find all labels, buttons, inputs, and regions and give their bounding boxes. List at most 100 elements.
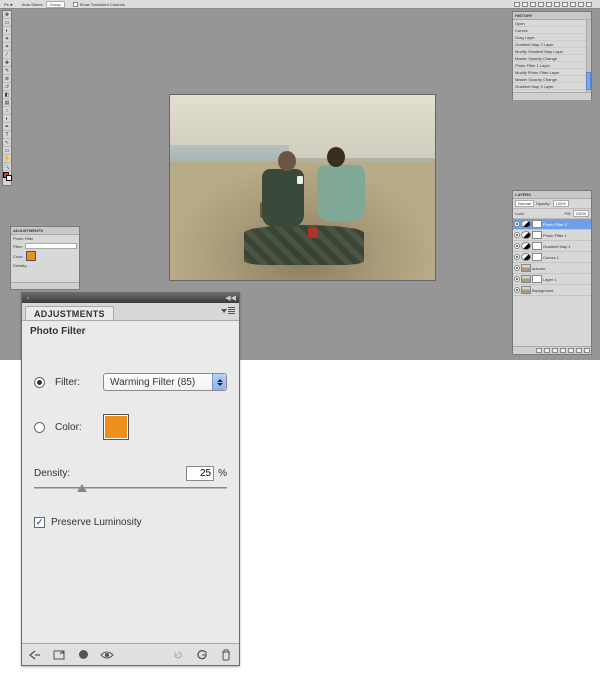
path-tool[interactable]: ↖ (3, 139, 11, 147)
history-item[interactable]: Photo Filter 2 Layer (513, 90, 591, 92)
layer-fx-button[interactable] (544, 348, 550, 353)
visibility-icon[interactable] (514, 276, 520, 282)
layer-row[interactable]: Gradient Map 1 (513, 241, 591, 252)
link-layers-button[interactable] (536, 348, 542, 353)
adjustment-layer-button[interactable] (560, 348, 566, 353)
filter-dropdown[interactable]: Warming Filter (85) (103, 373, 227, 391)
history-tab[interactable]: HISTORY (515, 13, 533, 18)
align-button[interactable] (586, 2, 592, 7)
brush-tool[interactable]: ✎ (3, 67, 11, 75)
density-slider[interactable] (34, 485, 227, 497)
history-panel[interactable]: HISTORY Open Curves Drag Layer Gradient … (512, 11, 592, 99)
delete-layer-button[interactable] (584, 348, 590, 353)
move-tool[interactable]: ✥ (3, 11, 11, 19)
align-button[interactable] (554, 2, 560, 7)
hand-tool[interactable]: ✋ (3, 155, 11, 163)
mini-color-swatch[interactable] (26, 251, 36, 261)
previous-state-icon[interactable] (171, 648, 185, 662)
layer-name[interactable]: Photo Filter 2 (543, 222, 590, 227)
expand-icon[interactable] (52, 648, 66, 662)
stamp-tool[interactable]: ⊛ (3, 75, 11, 83)
history-scrollbar-thumb[interactable] (586, 72, 591, 90)
layer-name[interactable]: Layer 1 (543, 277, 590, 282)
lasso-tool[interactable]: ◐ (3, 27, 11, 35)
slider-handle[interactable] (77, 484, 87, 492)
mini-adjustments-tab[interactable]: ADJUSTMENTS (11, 227, 79, 235)
history-item[interactable]: Modify Gradient Map Layer (513, 48, 591, 55)
heal-tool[interactable]: ✚ (3, 59, 11, 67)
align-button[interactable] (514, 2, 520, 7)
opacity-field[interactable]: 100% (553, 200, 569, 207)
align-button[interactable] (562, 2, 568, 7)
layer-row[interactable]: Curves 1 (513, 252, 591, 263)
layer-thumb[interactable] (521, 231, 531, 239)
visibility-icon[interactable] (514, 265, 520, 271)
layer-row[interactable]: Layer 1 (513, 274, 591, 285)
align-button[interactable] (522, 2, 528, 7)
blur-tool[interactable]: ○ (3, 107, 11, 115)
layer-row[interactable]: Photo Filter 2 (513, 219, 591, 230)
visibility-icon[interactable] (514, 287, 520, 293)
layer-thumb[interactable] (521, 253, 531, 261)
density-input[interactable] (186, 466, 214, 481)
visibility-icon[interactable] (514, 254, 520, 260)
layer-thumb[interactable] (521, 264, 531, 272)
layer-thumb[interactable] (521, 242, 531, 250)
history-item[interactable]: Gradient Map 3 Layer (513, 83, 591, 90)
layer-name[interactable]: Curves 1 (543, 255, 590, 260)
filter-radio[interactable] (34, 377, 45, 388)
back-icon[interactable] (28, 648, 42, 662)
layers-tab[interactable]: LAYERS (515, 192, 531, 197)
layer-thumb[interactable] (521, 286, 531, 294)
layer-mask-button[interactable] (552, 348, 558, 353)
close-icon[interactable] (26, 296, 30, 300)
wand-tool[interactable]: ✦ (3, 35, 11, 43)
adjustments-tab[interactable]: ADJUSTMENTS (25, 306, 114, 320)
layer-mask-thumb[interactable] (532, 242, 542, 250)
type-tool[interactable]: T (3, 131, 11, 139)
history-item[interactable]: Curves (513, 27, 591, 34)
history-list[interactable]: Open Curves Drag Layer Gradient Map 2 La… (513, 20, 591, 92)
panel-titlebar[interactable]: ◀◀ (22, 293, 239, 303)
history-item[interactable]: Open (513, 20, 591, 27)
color-swatches[interactable] (3, 171, 11, 185)
crop-tool[interactable]: ⌗ (3, 43, 11, 51)
visibility-icon[interactable] (514, 232, 520, 238)
gradient-tool[interactable]: ▤ (3, 99, 11, 107)
visibility-icon[interactable] (514, 243, 520, 249)
history-item[interactable]: Master Opacity Change (513, 55, 591, 62)
show-transform-checkbox[interactable] (73, 2, 78, 7)
shape-tool[interactable]: ▭ (3, 147, 11, 155)
layer-thumb[interactable] (521, 220, 531, 228)
document-canvas[interactable] (170, 95, 435, 280)
blend-mode-dropdown[interactable]: Normal (515, 200, 534, 207)
fill-field[interactable]: 100% (573, 210, 589, 217)
new-layer-button[interactable] (576, 348, 582, 353)
layer-name[interactable]: autumn (532, 266, 590, 271)
layer-name[interactable]: Photo Filter 1 (543, 233, 590, 238)
align-button[interactable] (546, 2, 552, 7)
align-button[interactable] (570, 2, 576, 7)
history-item[interactable]: Master Opacity Change (513, 76, 591, 83)
collapse-icon[interactable]: ◀◀ (225, 294, 236, 302)
group-button[interactable] (568, 348, 574, 353)
history-item[interactable]: Modify Photo Filter Layer (513, 69, 591, 76)
layer-mask-thumb[interactable] (532, 231, 542, 239)
auto-select-dropdown[interactable]: Group (46, 1, 65, 8)
layers-panel[interactable]: LAYERS Normal Opacity: 100% Lock: Fill: … (512, 190, 592, 355)
history-item[interactable]: Drag Layer (513, 34, 591, 41)
dodge-tool[interactable]: ◐ (3, 115, 11, 123)
trash-icon[interactable] (219, 648, 233, 662)
visibility-icon[interactable] (100, 648, 114, 662)
align-button[interactable] (538, 2, 544, 7)
mini-filter-dropdown[interactable] (25, 243, 77, 249)
layer-mask-thumb[interactable] (532, 220, 542, 228)
layer-thumb[interactable] (521, 275, 531, 283)
layer-mask-thumb[interactable] (532, 275, 542, 283)
history-item[interactable]: Gradient Map 2 Layer (513, 41, 591, 48)
layer-name[interactable]: Gradient Map 1 (543, 244, 590, 249)
layer-row[interactable]: Background (513, 285, 591, 296)
align-button[interactable] (530, 2, 536, 7)
layer-name[interactable]: Background (532, 288, 590, 293)
marquee-tool[interactable]: ▭ (3, 19, 11, 27)
